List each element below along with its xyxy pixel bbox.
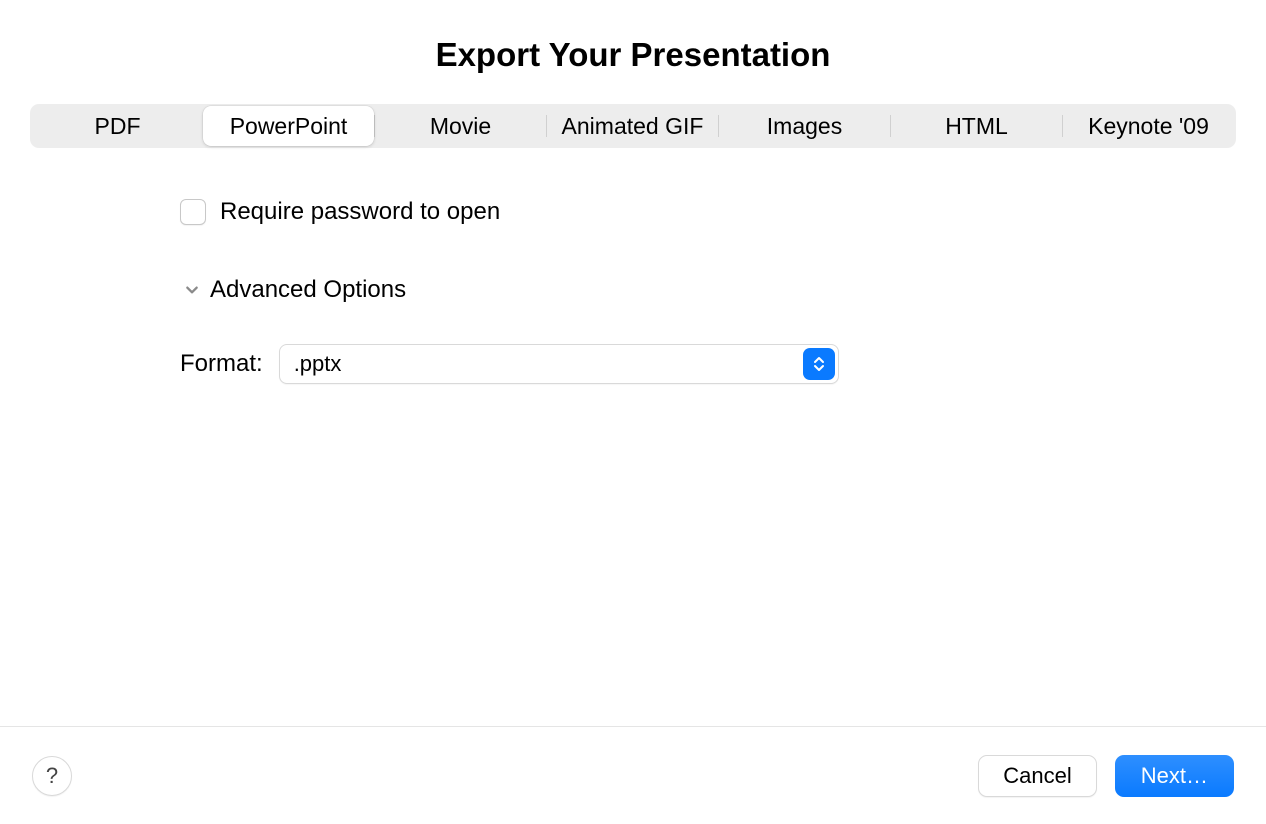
- tab-animated-gif[interactable]: Animated GIF: [547, 106, 718, 146]
- tab-movie[interactable]: Movie: [375, 106, 546, 146]
- tab-pdf[interactable]: PDF: [32, 106, 203, 146]
- advanced-options-toggle[interactable]: Advanced Options: [184, 276, 1236, 304]
- tab-label: PowerPoint: [230, 113, 348, 139]
- dialog-footer: ? Cancel Next…: [0, 726, 1266, 824]
- advanced-options-label: Advanced Options: [210, 276, 406, 304]
- require-password-row: Require password to open: [180, 198, 1236, 226]
- tab-label: HTML: [945, 113, 1008, 139]
- require-password-checkbox[interactable]: [180, 199, 206, 225]
- tab-keynote-09[interactable]: Keynote '09: [1063, 106, 1234, 146]
- format-select-wrap: .pptx: [279, 344, 839, 384]
- export-content: Require password to open Advanced Option…: [0, 148, 1266, 726]
- tab-label: Images: [767, 113, 842, 139]
- chevron-down-icon: [184, 282, 200, 298]
- tab-label: Animated GIF: [562, 113, 704, 139]
- tab-images[interactable]: Images: [719, 106, 890, 146]
- next-button[interactable]: Next…: [1115, 755, 1234, 797]
- dialog-title: Export Your Presentation: [0, 0, 1266, 104]
- tab-html[interactable]: HTML: [891, 106, 1062, 146]
- tab-label: Keynote '09: [1088, 113, 1209, 139]
- cancel-button[interactable]: Cancel: [978, 755, 1096, 797]
- export-format-tabs: PDF PowerPoint Movie Animated GIF Images…: [30, 104, 1236, 148]
- format-select[interactable]: .pptx: [279, 344, 839, 384]
- help-button[interactable]: ?: [32, 756, 72, 796]
- format-row: Format: .pptx: [180, 344, 1236, 384]
- export-dialog: Export Your Presentation PDF PowerPoint …: [0, 0, 1266, 824]
- tab-label: Movie: [430, 113, 491, 139]
- tab-label: PDF: [95, 113, 141, 139]
- format-label: Format:: [180, 350, 263, 378]
- tab-powerpoint[interactable]: PowerPoint: [203, 106, 374, 146]
- require-password-label: Require password to open: [220, 198, 500, 226]
